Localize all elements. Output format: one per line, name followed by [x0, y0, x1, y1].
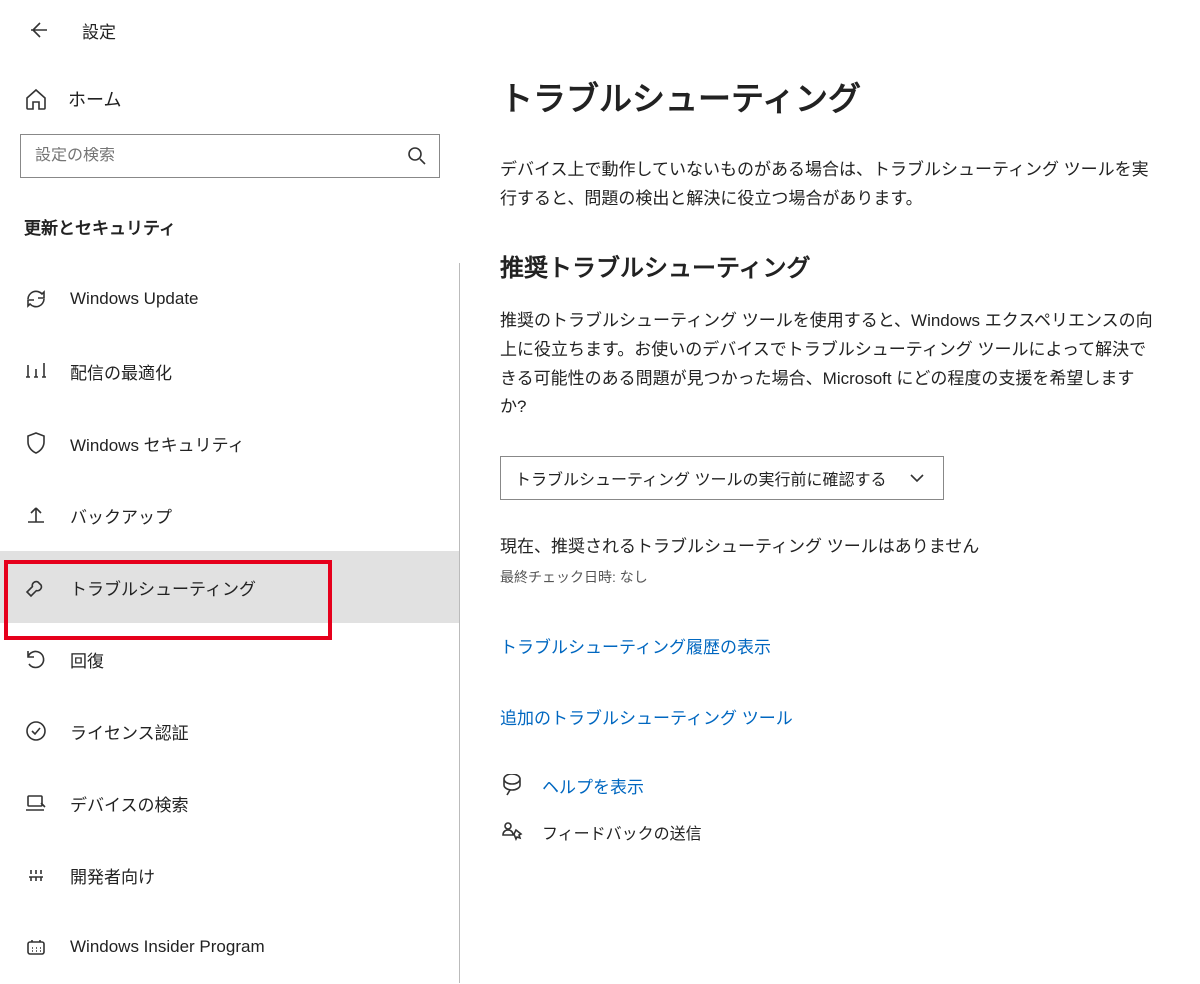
sidebar-item-label: バックアップ [70, 503, 172, 528]
search-input[interactable] [35, 147, 405, 165]
wrench-icon [24, 575, 48, 599]
sidebar-item-windows-security[interactable]: Windows セキュリティ [0, 407, 459, 479]
chevron-down-icon [905, 466, 929, 490]
window-title: 設定 [82, 18, 116, 43]
sidebar-item-label: デバイスの検索 [70, 791, 189, 816]
backup-icon [24, 503, 48, 527]
sidebar-item-label: トラブルシューティング [70, 575, 256, 600]
sync-icon [24, 287, 48, 311]
sidebar-item-label: 配信の最適化 [70, 359, 172, 384]
sidebar-item-developers[interactable]: 開発者向け [0, 839, 459, 911]
back-button[interactable] [22, 14, 54, 46]
no-recommended-text: 現在、推奨されるトラブルシューティング ツールはありません [500, 532, 1160, 557]
search-icon [405, 144, 429, 168]
help-link[interactable]: ヘルプを表示 [542, 773, 644, 798]
arrow-left-icon [26, 18, 50, 42]
sidebar-item-insider[interactable]: Windows Insider Program [0, 911, 459, 983]
page-title: トラブルシューティング [500, 72, 1160, 120]
sidebar-item-label: Windows セキュリティ [70, 431, 245, 456]
check-circle-icon [24, 719, 48, 743]
sidebar-home[interactable]: ホーム [0, 64, 460, 134]
select-value: トラブルシューティング ツールの実行前に確認する [515, 466, 887, 490]
sidebar-item-activation[interactable]: ライセンス認証 [0, 695, 459, 767]
sidebar-item-windows-update[interactable]: Windows Update [0, 263, 459, 335]
search-box[interactable] [20, 134, 440, 178]
additional-link[interactable]: 追加のトラブルシューティング ツール [500, 704, 1160, 729]
shield-icon [24, 431, 48, 455]
sidebar-item-troubleshoot[interactable]: トラブルシューティング [0, 551, 459, 623]
sidebar-item-find-device[interactable]: デバイスの検索 [0, 767, 459, 839]
main-content: トラブルシューティング デバイス上で動作していないものがある場合は、トラブルシュ… [460, 0, 1200, 984]
feedback-link[interactable]: フィードバックの送信 [542, 820, 702, 844]
sidebar-item-recovery[interactable]: 回復 [0, 623, 459, 695]
recovery-icon [24, 647, 48, 671]
sidebar-nav: Windows Update 配信の最適化 Windows セキュリティ バック… [0, 263, 460, 983]
sidebar-item-delivery-optimization[interactable]: 配信の最適化 [0, 335, 459, 407]
help-icon [500, 774, 524, 798]
delivery-icon [24, 359, 48, 383]
feedback-icon [500, 820, 524, 844]
recommended-select[interactable]: トラブルシューティング ツールの実行前に確認する [500, 456, 944, 500]
developer-icon [24, 863, 48, 887]
sidebar-item-label: Windows Insider Program [70, 937, 265, 957]
sidebar-category: 更新とセキュリティ [0, 208, 460, 263]
section-body-recommended: 推奨のトラブルシューティング ツールを使用すると、Windows エクスペリエン… [500, 307, 1160, 423]
section-title-recommended: 推奨トラブルシューティング [500, 248, 1160, 283]
insider-icon [24, 935, 48, 959]
history-link[interactable]: トラブルシューティング履歴の表示 [500, 633, 1160, 658]
sidebar-item-label: Windows Update [70, 289, 199, 309]
sidebar-item-label: 開発者向け [70, 863, 155, 888]
intro-text: デバイス上で動作していないものがある場合は、トラブルシューティング ツールを実行… [500, 156, 1160, 214]
home-icon [24, 87, 48, 111]
sidebar-item-backup[interactable]: バックアップ [0, 479, 459, 551]
find-device-icon [24, 791, 48, 815]
sidebar-item-label: 回復 [70, 647, 104, 672]
sidebar-home-label: ホーム [68, 86, 121, 112]
last-check-text: 最終チェック日時: なし [500, 567, 1160, 587]
sidebar-item-label: ライセンス認証 [70, 719, 189, 744]
sidebar: 設定 ホーム 更新とセキュリティ Windows Update 配信の最適化 [0, 0, 460, 984]
